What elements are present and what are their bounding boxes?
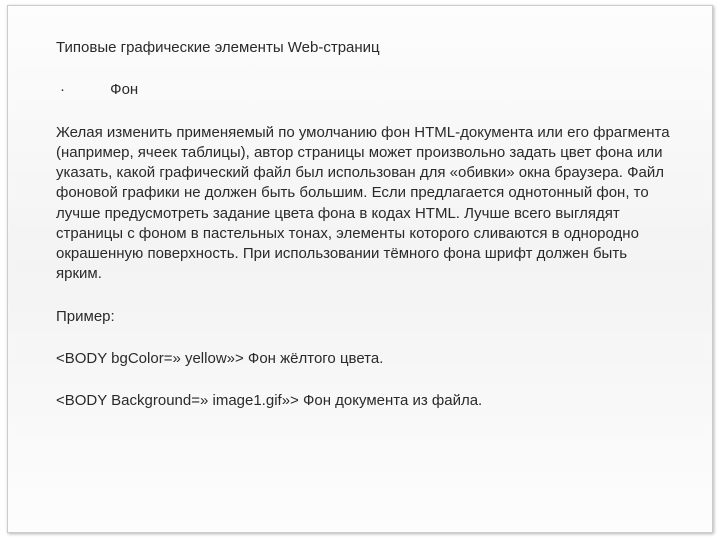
example-heading: Пример:	[56, 307, 672, 327]
body-paragraph: Желая изменить применяемый по умолчанию …	[56, 123, 672, 285]
code-line: <BODY Background=» image1.gif»> Фон доку…	[56, 391, 672, 411]
bullet-row: · Фон	[56, 80, 672, 100]
code-line: <BODY bgColor=» yellow»> Фон жёлтого цве…	[56, 349, 672, 369]
bullet-dot-icon: ·	[56, 80, 106, 100]
slide-title: Типовые графические элементы Web-страниц	[56, 38, 672, 58]
slide-container: Типовые графические элементы Web-страниц…	[7, 5, 713, 533]
bullet-label: Фон	[110, 81, 138, 98]
